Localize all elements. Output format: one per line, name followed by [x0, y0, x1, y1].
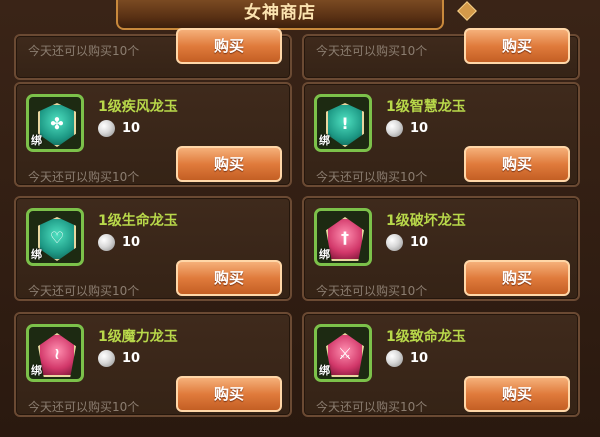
- buy-button[interactable]: 购买: [176, 260, 282, 296]
- partial-item-card-left: 今天还可以购买10个 购买: [14, 28, 292, 80]
- silver-coin-icon: [98, 350, 115, 367]
- bound-badge: 绑: [319, 364, 330, 377]
- purchase-limit-text: 今天还可以购买10个: [28, 44, 140, 58]
- silver-coin-icon: [386, 234, 403, 251]
- item-icon-frame[interactable]: ⚔ 绑: [314, 324, 372, 382]
- price-value: 10: [122, 235, 141, 250]
- silver-coin-icon: [386, 350, 403, 367]
- lethal-jade-icon: ⚔: [326, 333, 364, 377]
- item-name: 1级破坏龙玉: [386, 213, 466, 229]
- item-name: 1级生命龙玉: [98, 213, 178, 229]
- purchase-limit-text: 今天还可以购买10个: [316, 170, 428, 184]
- shop-item-card: ! 绑 1级智慧龙玉 10 今天还可以购买10个 购买: [302, 82, 580, 187]
- bound-badge: 绑: [31, 364, 42, 377]
- title-ornament-right: [457, 1, 477, 21]
- shop-item-card: ✤ 绑 1级疾风龙玉 10 今天还可以购买10个 购买: [14, 82, 292, 187]
- price-value: 10: [122, 351, 141, 366]
- destruction-jade-icon: †: [326, 217, 364, 261]
- item-icon-frame[interactable]: † 绑: [314, 208, 372, 266]
- purchase-limit-text: 今天还可以购买10个: [28, 170, 140, 184]
- bound-badge: 绑: [319, 134, 330, 147]
- life-jade-icon: ♡: [38, 217, 76, 261]
- buy-button[interactable]: 购买: [464, 28, 570, 64]
- item-name: 1级智慧龙玉: [386, 99, 466, 115]
- purchase-limit-text: 今天还可以购买10个: [316, 400, 428, 414]
- shop-item-card: † 绑 1级破坏龙玉 10 今天还可以购买10个 购买: [302, 196, 580, 301]
- price-value: 10: [410, 235, 429, 250]
- shop-title-bar: 女神商店: [116, 0, 444, 30]
- bound-badge: 绑: [319, 248, 330, 261]
- purchase-limit-text: 今天还可以购买10个: [28, 400, 140, 414]
- item-name: 1级疾风龙玉: [98, 99, 178, 115]
- buy-button[interactable]: 购买: [176, 376, 282, 412]
- purchase-limit-text: 今天还可以购买10个: [316, 44, 428, 58]
- shop-item-card: ♡ 绑 1级生命龙玉 10 今天还可以购买10个 购买: [14, 196, 292, 301]
- shop-title: 女神商店: [244, 3, 316, 23]
- shop-frame: 女神商店 今天还可以购买10个 购买 今天还可以购买10个 购买 ✤ 绑 1级疾…: [0, 0, 600, 437]
- item-name: 1级致命龙玉: [386, 329, 466, 345]
- purchase-limit-text: 今天还可以购买10个: [316, 284, 428, 298]
- wind-jade-icon: ✤: [38, 103, 76, 147]
- buy-button[interactable]: 购买: [464, 376, 570, 412]
- silver-coin-icon: [98, 120, 115, 137]
- buy-button[interactable]: 购买: [464, 146, 570, 182]
- buy-button[interactable]: 购买: [464, 260, 570, 296]
- item-icon-frame[interactable]: ! 绑: [314, 94, 372, 152]
- price-value: 10: [122, 121, 141, 136]
- buy-button[interactable]: 购买: [176, 28, 282, 64]
- wisdom-jade-icon: !: [326, 103, 364, 147]
- price-value: 10: [410, 121, 429, 136]
- bound-badge: 绑: [31, 248, 42, 261]
- item-icon-frame[interactable]: ✤ 绑: [26, 94, 84, 152]
- buy-button[interactable]: 购买: [176, 146, 282, 182]
- silver-coin-icon: [98, 234, 115, 251]
- silver-coin-icon: [386, 120, 403, 137]
- bound-badge: 绑: [31, 134, 42, 147]
- shop-item-card: ⚔ 绑 1级致命龙玉 10 今天还可以购买10个 购买: [302, 312, 580, 417]
- purchase-limit-text: 今天还可以购买10个: [28, 284, 140, 298]
- price-value: 10: [410, 351, 429, 366]
- item-icon-frame[interactable]: ≀ 绑: [26, 324, 84, 382]
- item-name: 1级魔力龙玉: [98, 329, 178, 345]
- magic-jade-icon: ≀: [38, 333, 76, 377]
- item-icon-frame[interactable]: ♡ 绑: [26, 208, 84, 266]
- shop-item-card: ≀ 绑 1级魔力龙玉 10 今天还可以购买10个 购买: [14, 312, 292, 417]
- partial-item-card-right: 今天还可以购买10个 购买: [302, 28, 580, 80]
